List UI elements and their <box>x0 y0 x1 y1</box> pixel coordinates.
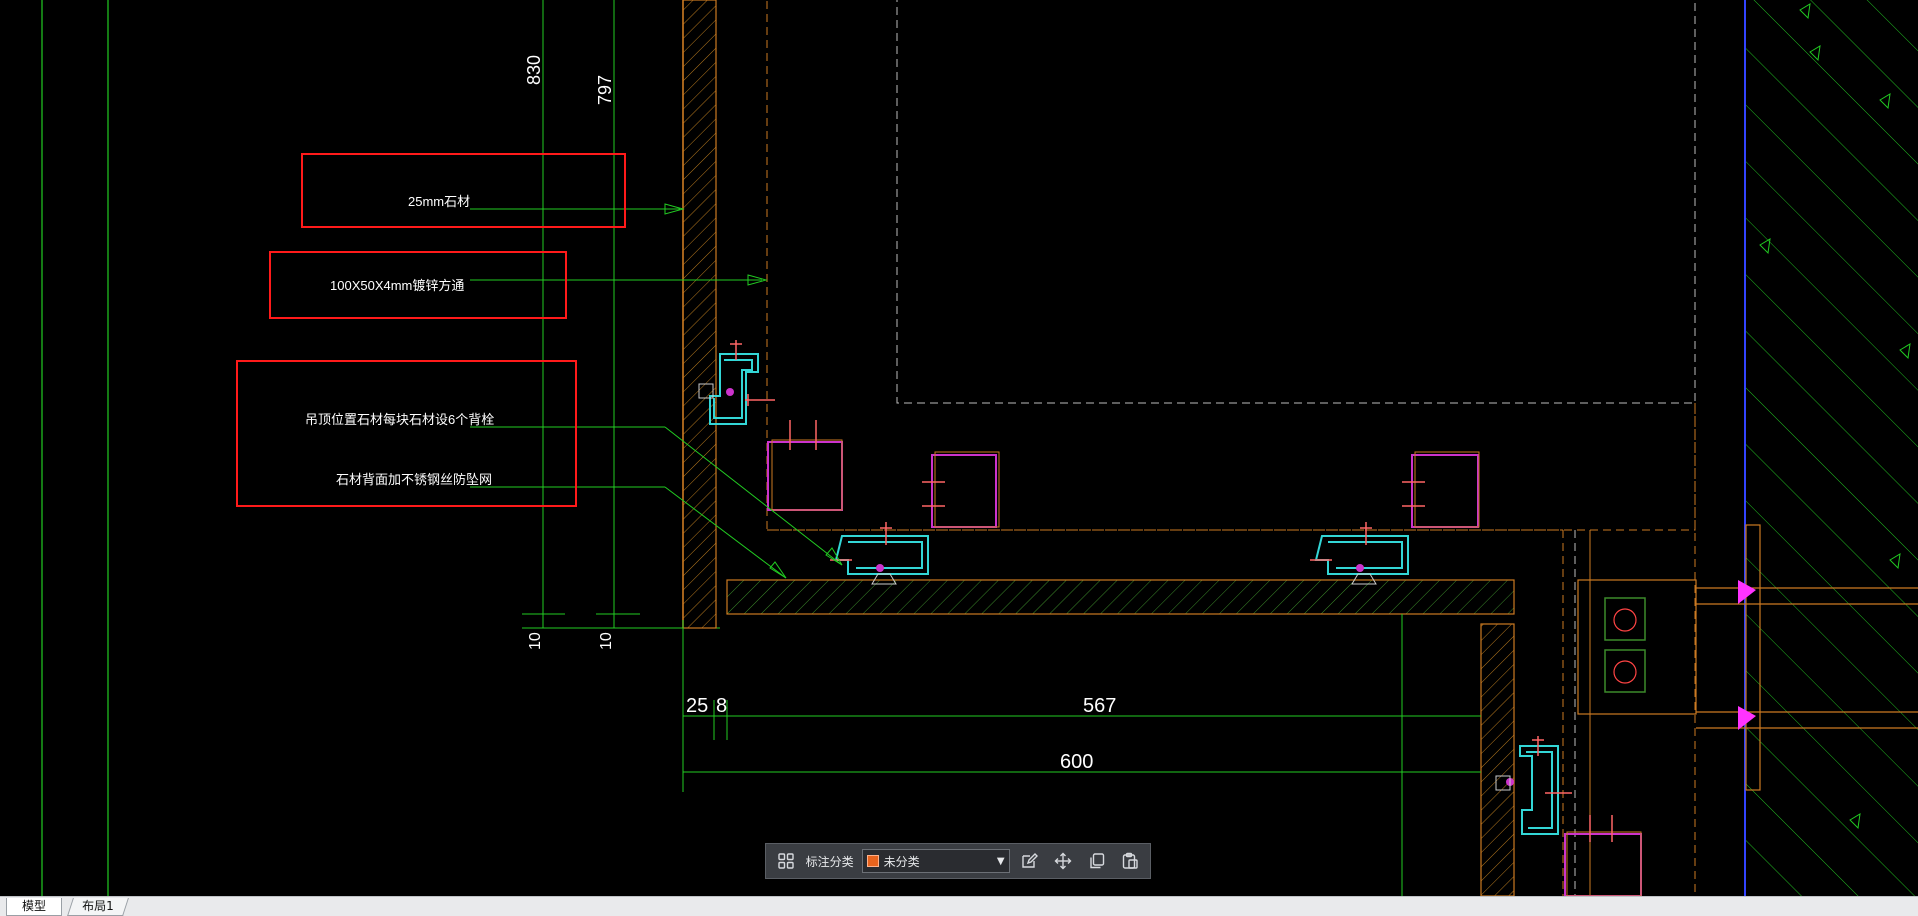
annotation-text: 吊顶位置石材每块石材设6个背栓 <box>305 412 495 427</box>
category-value: 未分类 <box>883 854 920 869</box>
dim-text-830: 830 <box>524 55 544 85</box>
tab-model[interactable]: 模型 <box>6 898 62 916</box>
grid-icon[interactable] <box>772 847 800 875</box>
dim-text-25: 25 <box>686 695 708 717</box>
dim-text-600: 600 <box>1060 751 1093 773</box>
move-icon[interactable] <box>1049 847 1077 875</box>
layout-tab-bar: 模型 布局1 <box>0 896 1918 916</box>
copy-icon[interactable] <box>1083 847 1111 875</box>
edit-icon[interactable] <box>1016 847 1044 875</box>
tab-label: 布局1 <box>82 899 114 913</box>
lower-stone-panel <box>1480 623 1515 896</box>
steel-tube <box>1564 833 1642 896</box>
paste-icon[interactable] <box>1116 847 1144 875</box>
dim-text-797: 797 <box>595 75 615 105</box>
category-label: 标注分类 <box>805 854 854 869</box>
tab-label: 模型 <box>21 899 46 913</box>
horizontal-stone-panel <box>726 579 1515 615</box>
embedded-plate <box>1577 579 1697 715</box>
cad-drawing-canvas[interactable]: 830 797 10 10 25 8 567 600 25mm石材 100X50… <box>0 0 1918 896</box>
bracket <box>709 353 759 425</box>
category-color-swatch <box>866 855 879 867</box>
annotation-text: 100X50X4mm镀锌方通 <box>330 278 465 293</box>
concrete-wall <box>1745 0 1918 896</box>
annotation-text: 25mm石材 <box>408 194 471 209</box>
category-select[interactable]: 未分类 ▼ <box>861 849 1010 873</box>
dim-text-10b: 10 <box>598 632 615 650</box>
annotation-text: 石材背面加不锈钢丝防坠网 <box>336 472 493 487</box>
vertical-stone-panel <box>682 0 717 629</box>
annotation-box-stone[interactable] <box>301 153 626 228</box>
steel-tube <box>931 454 997 528</box>
steel-tube <box>767 441 843 511</box>
dim-text-567: 567 <box>1083 695 1116 717</box>
chevron-down-icon: ▼ <box>996 855 1005 867</box>
dim-text-8: 8 <box>716 695 727 717</box>
tab-layout1[interactable]: 布局1 <box>67 898 129 916</box>
steel-tube <box>1411 454 1479 528</box>
dim-text-10a: 10 <box>527 632 544 650</box>
annotation-toolbar: 标注分类 未分类 ▼ <box>765 843 1151 879</box>
